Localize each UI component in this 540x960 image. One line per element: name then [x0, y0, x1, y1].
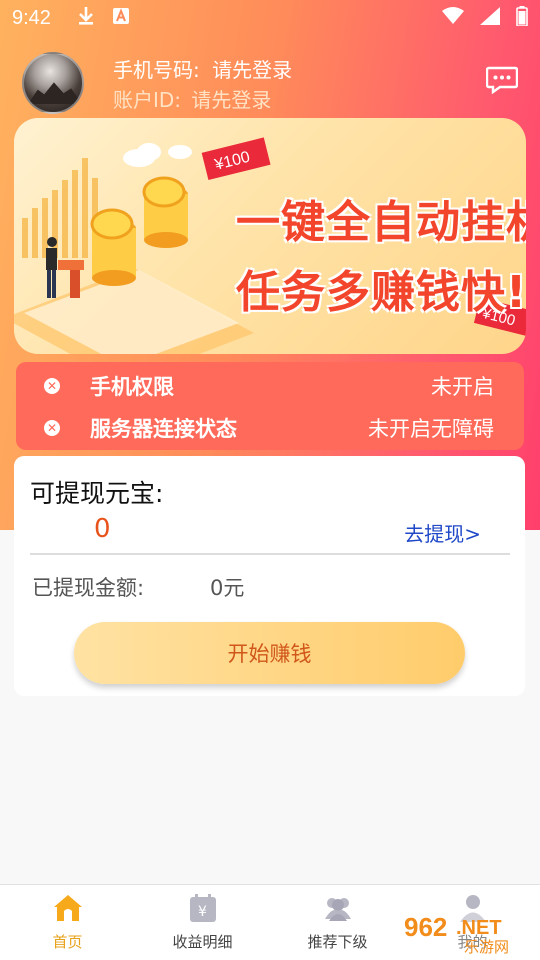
promo-banner[interactable]: ¥100 ¥100 一键全自动挂机 任务多赚钱快! — [14, 118, 526, 354]
watermark-logo: 962 .NET 乐游网 — [398, 906, 538, 956]
withdraw-card: 可提现元宝: 0 去提现> 已提现金额: 0元 开始赚钱 — [14, 456, 525, 696]
nav-label: 首页 — [52, 933, 83, 951]
nav-label: 推荐下级 — [307, 933, 368, 951]
close-circle-icon: ✕ — [44, 378, 60, 394]
account-label: 账户ID: — [113, 88, 182, 112]
battery-icon — [516, 6, 528, 30]
banner-headline-2: 任务多赚钱快! — [236, 267, 526, 318]
withdraw-amount: 0 — [94, 514, 111, 544]
account-line: 账户ID: 请先登录 — [113, 84, 271, 113]
phone-line: 手机号码: 请先登录 — [113, 54, 292, 83]
a-badge-icon — [112, 8, 129, 28]
nav-item-referrals[interactable]: 推荐下级 — [270, 893, 405, 952]
nav-item-earnings[interactable]: ¥ 收益明细 — [135, 893, 270, 952]
wifi-icon — [442, 7, 464, 29]
nav-label: 收益明细 — [172, 933, 233, 951]
message-button[interactable] — [485, 66, 519, 95]
svg-text:¥: ¥ — [198, 904, 207, 920]
status-bar: 9:42 — [0, 0, 540, 36]
svg-text:962: 962 — [404, 912, 447, 942]
download-icon — [77, 6, 95, 30]
svg-text:乐游网: 乐游网 — [464, 938, 509, 956]
home-icon — [53, 895, 82, 921]
phone-value[interactable]: 请先登录 — [212, 58, 292, 82]
withdrawn-label: 已提现金额: — [32, 576, 145, 600]
permission-label: 服务器连接状态 — [90, 417, 237, 441]
nav-item-home[interactable]: 首页 — [0, 893, 135, 952]
permission-label: 手机权限 — [90, 375, 174, 399]
start-earning-button[interactable]: 开始赚钱 — [74, 622, 465, 684]
signal-icon — [480, 7, 500, 29]
permission-status-card: ✕ 手机权限 未开启 ✕ 服务器连接状态 未开启无障碍 — [16, 362, 524, 450]
close-circle-icon: ✕ — [44, 420, 60, 436]
banner-headline-1: 一键全自动挂机 — [236, 197, 526, 248]
divider — [30, 553, 510, 555]
permission-row-server[interactable]: ✕ 服务器连接状态 未开启无障碍 — [16, 408, 524, 448]
permission-status: 未开启无障碍 — [368, 417, 494, 441]
account-value[interactable]: 请先登录 — [191, 88, 271, 112]
withdrawn-value: 0元 — [210, 576, 245, 600]
chat-bubble-icon — [485, 66, 519, 95]
phone-label: 手机号码: — [113, 58, 200, 82]
withdraw-title: 可提现元宝: — [30, 479, 164, 508]
status-time: 9:42 — [12, 6, 51, 29]
permission-row-phone[interactable]: ✕ 手机权限 未开启 — [16, 366, 524, 406]
users-icon — [324, 898, 351, 921]
withdraw-link[interactable]: 去提现> — [404, 518, 481, 547]
calendar-yen-icon: ¥ — [189, 894, 216, 922]
avatar[interactable] — [22, 52, 84, 114]
svg-text:.NET: .NET — [456, 917, 502, 939]
permission-status: 未开启 — [431, 375, 494, 399]
